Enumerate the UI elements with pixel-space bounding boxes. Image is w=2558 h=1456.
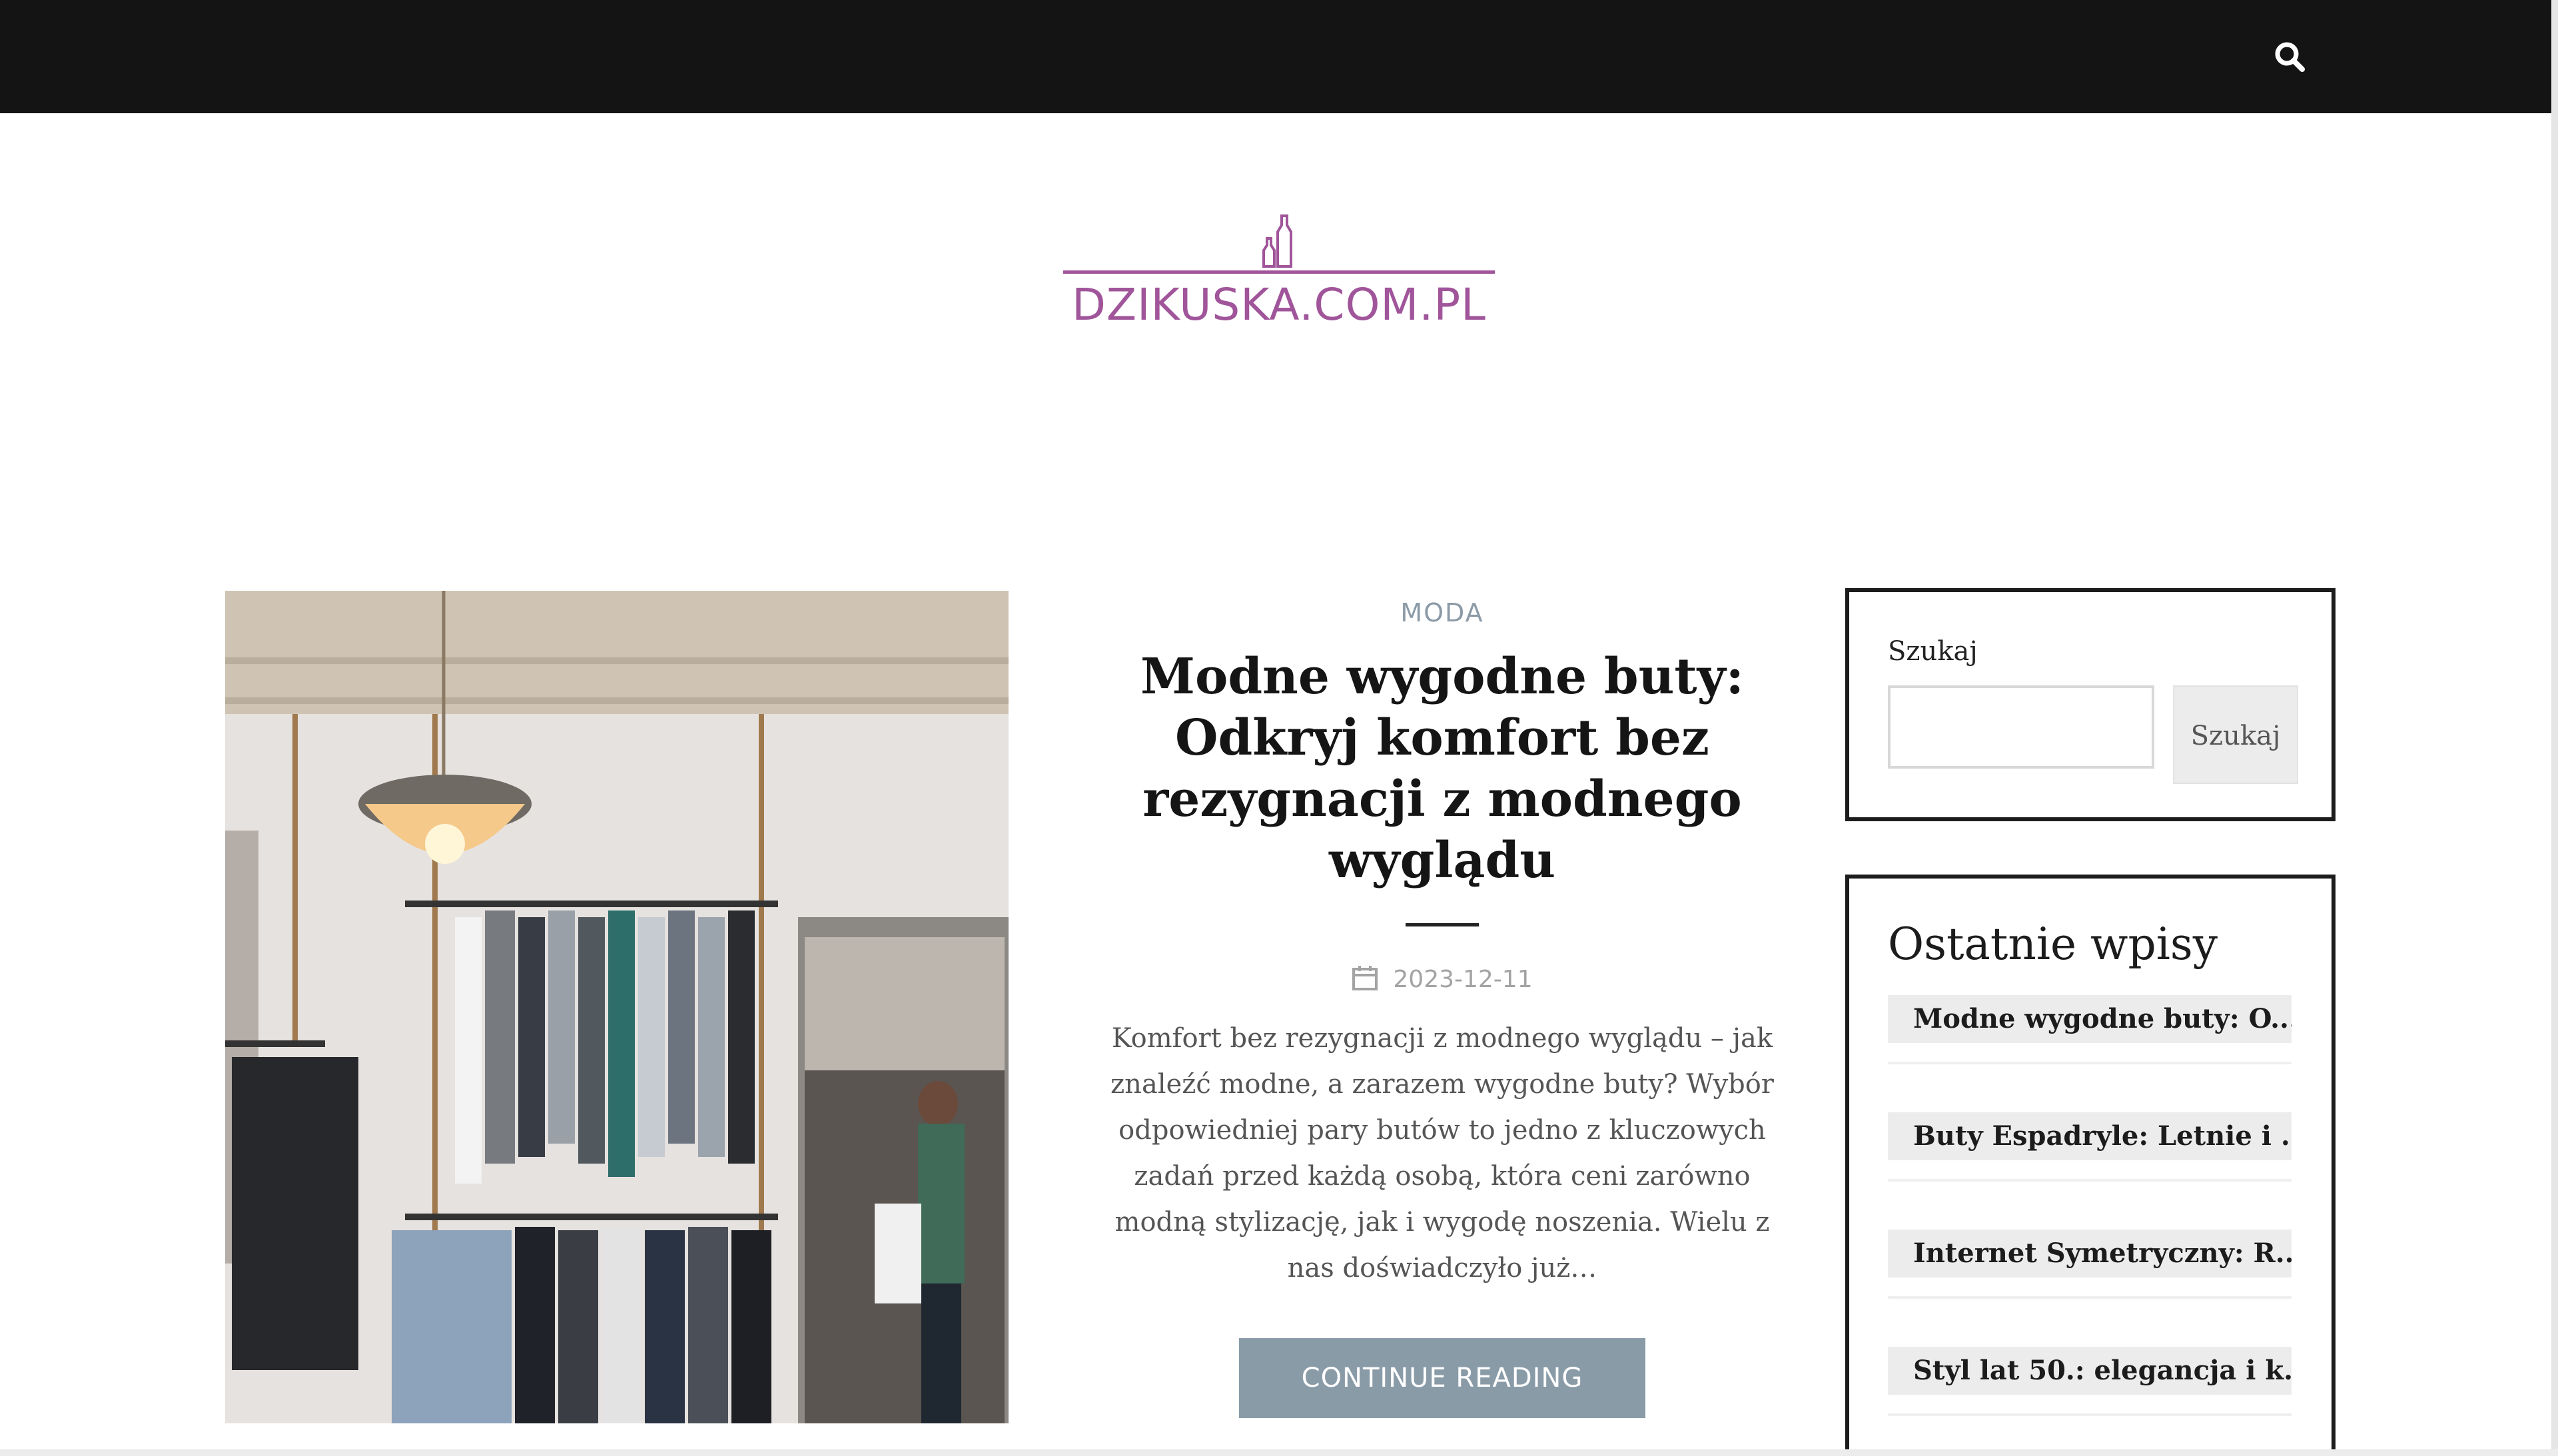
post-title[interactable]: Modne wygodne buty: Odkryj komfort bez r… [1092, 646, 1792, 891]
page-bottom-edge [0, 1449, 2558, 1456]
list-divider [1888, 1296, 2292, 1299]
page-scrollbar-edge [2551, 0, 2558, 1456]
search-submit-button[interactable]: Szukaj [2173, 685, 2298, 784]
recent-post-link[interactable]: Buty Espadryle: Letnie i ... [1888, 1112, 2292, 1160]
bottles-logo-icon [1262, 214, 1292, 268]
recent-post-link[interactable]: Styl lat 50.: elegancja i k... [1888, 1347, 2292, 1395]
recent-posts-heading: Ostatnie wpisy [1888, 918, 2218, 970]
list-divider [1888, 1062, 2292, 1064]
continue-reading-button[interactable]: CONTINUE READING [1239, 1338, 1645, 1418]
logo-text: DZIKUSKA.COM.PL [1072, 279, 1486, 330]
search-icon[interactable] [2272, 39, 2309, 76]
post-excerpt: Komfort bez rezygnacji z modnego wyglądu… [1110, 1023, 1774, 1283]
post-category[interactable]: MODA [1092, 593, 1792, 633]
list-item: Buty Espadryle: Letnie i ... [1888, 1112, 2292, 1230]
recent-post-link[interactable]: Internet Symetryczny: R... [1888, 1230, 2292, 1277]
site-logo[interactable]: DZIKUSKA.COM.PL [1059, 212, 1499, 332]
search-input[interactable] [1888, 685, 2154, 769]
list-item: Modne wygodne buty: O... [1888, 995, 2292, 1112]
post-date-text: 2023-12-11 [1393, 966, 1533, 993]
list-item: Internet Symetryczny: R... [1888, 1230, 2292, 1347]
top-navigation-bar [0, 0, 2558, 113]
search-widget: Szukaj Szukaj [1845, 588, 2336, 821]
recent-post-link[interactable]: Modne wygodne buty: O... [1888, 995, 2292, 1043]
calendar-icon [1352, 966, 1378, 990]
post-date: 2023-12-11 [1092, 964, 1792, 996]
recent-posts-list: Modne wygodne buty: O... Buty Espadryle:… [1888, 995, 2292, 1456]
search-widget-label: Szukaj [1888, 636, 1978, 667]
title-divider [1406, 923, 1479, 926]
logo-underline [1063, 270, 1495, 274]
list-item: Styl lat 50.: elegancja i k... [1888, 1347, 2292, 1456]
list-divider [1888, 1413, 2292, 1416]
list-divider [1888, 1179, 2292, 1182]
recent-posts-widget: Ostatnie wpisy Modne wygodne buty: O... … [1845, 875, 2336, 1456]
post-summary: MODA Modne wygodne buty: Odkryj komfort … [1092, 593, 1792, 1418]
post-featured-image[interactable] [225, 591, 1009, 1423]
